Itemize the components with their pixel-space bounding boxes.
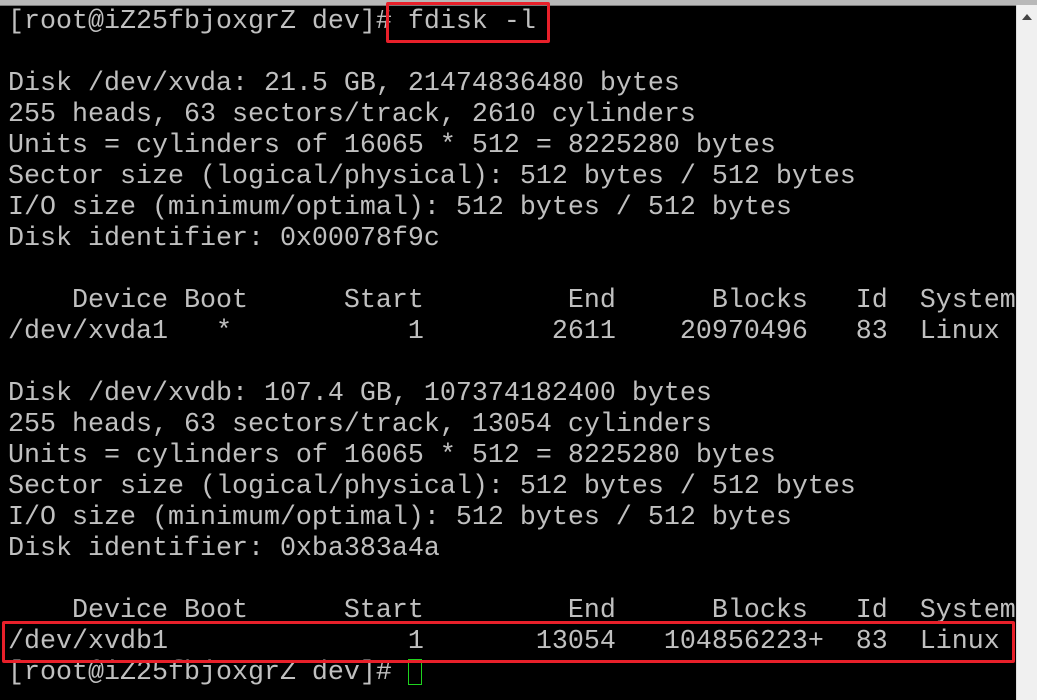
terminal-line: Disk /dev/xvdb: 107.4 GB, 107374182400 b… (8, 379, 712, 409)
terminal-line: Units = cylinders of 16065 * 512 = 82252… (8, 131, 776, 161)
terminal-line: I/O size (minimum/optimal): 512 bytes / … (8, 193, 792, 223)
terminal-line: Units = cylinders of 16065 * 512 = 82252… (8, 441, 776, 471)
terminal-line: Disk identifier: 0xba383a4a (8, 534, 440, 564)
scroll-up-arrow-icon[interactable] (1022, 14, 1032, 20)
highlight-fdisk-command (386, 2, 550, 43)
terminal-line: Sector size (logical/physical): 512 byte… (8, 472, 856, 502)
terminal-line: Disk identifier: 0x00078f9c (8, 224, 440, 254)
terminal-line: I/O size (minimum/optimal): 512 bytes / … (8, 503, 792, 533)
terminal-line: 255 heads, 63 sectors/track, 2610 cylind… (8, 100, 696, 130)
vertical-scrollbar[interactable] (1016, 5, 1037, 700)
terminal-line: Device Boot Start End Blocks Id System (8, 286, 1016, 316)
terminal-line: 255 heads, 63 sectors/track, 13054 cylin… (8, 410, 712, 440)
terminal-line: /dev/xvda1 * 1 2611 20970496 83 Linux (8, 317, 1000, 347)
highlight-xvdb1-row (2, 621, 1015, 663)
terminal-line: Disk /dev/xvda: 21.5 GB, 21474836480 byt… (8, 69, 680, 99)
terminal-line: Sector size (logical/physical): 512 byte… (8, 162, 856, 192)
terminal-output[interactable]: [root@iZ25fbjoxgrZ dev]# fdisk -l Disk /d… (8, 7, 1017, 700)
